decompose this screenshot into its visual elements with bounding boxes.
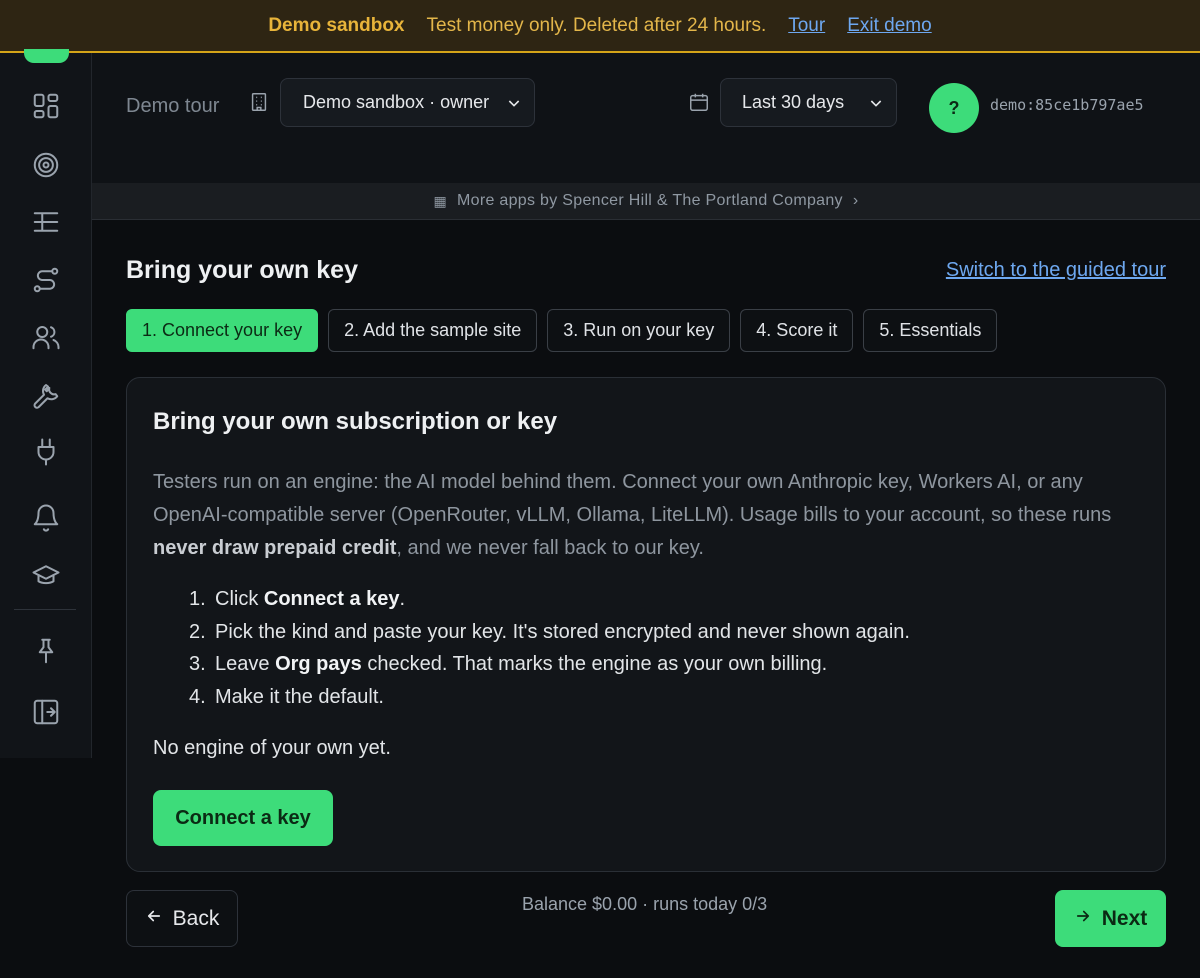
step-tab-connect-key[interactable]: 1. Connect your key: [126, 309, 319, 352]
next-button[interactable]: Next: [1055, 890, 1166, 947]
chevron-right-icon: ›: [852, 192, 859, 209]
sidebar-divider: [14, 609, 76, 610]
banner-text: Test money only. Deleted after 24 hours.: [426, 14, 767, 36]
plug-icon: [37, 438, 55, 466]
logo[interactable]: [24, 49, 69, 63]
more-apps-link[interactable]: ▦ More apps by Spencer Hill & The Portla…: [92, 183, 1200, 220]
connect-key-button[interactable]: Connect a key: [153, 790, 333, 846]
sidebar-item-collapse[interactable]: [28, 694, 64, 730]
list-item: 2. Pick the kind and paste your key. It'…: [189, 620, 910, 643]
steps-list: 1. Click Connect a key. 2. Pick the kind…: [189, 583, 1149, 713]
date-range-value: Last 30 days: [742, 92, 845, 112]
step-tabs: 1. Connect your key 2. Add the sample si…: [126, 309, 998, 352]
page-title: Bring your own key: [126, 256, 358, 284]
sidebar-item-lists[interactable]: [28, 204, 64, 240]
chevron-down-icon: [506, 95, 522, 111]
arrow-right-icon: [1074, 907, 1092, 931]
banner-title: Demo sandbox: [268, 14, 405, 36]
user-id: demo:85ce1b797ae5: [990, 96, 1144, 114]
breadcrumb[interactable]: Demo tour: [126, 95, 219, 118]
building-icon: [248, 91, 270, 113]
avatar[interactable]: ?: [929, 83, 979, 133]
step-tab-add-sample-site[interactable]: 2. Add the sample site: [328, 309, 538, 352]
sidebar-item-tools[interactable]: [28, 377, 64, 413]
guided-tour-link[interactable]: Switch to the guided tour: [946, 259, 1166, 282]
next-label: Next: [1101, 906, 1148, 930]
more-apps-label: More apps by Spencer Hill & The Portland…: [457, 192, 843, 209]
sidebar-item-users[interactable]: [28, 319, 64, 355]
topbar: Demo tour Demo sandbox · owner Last 30 d…: [92, 53, 1200, 183]
bell-icon: [33, 504, 59, 532]
back-label: Back: [172, 906, 220, 930]
tour-link[interactable]: Tour: [788, 15, 825, 37]
list-item: 1. Click Connect a key.: [189, 588, 406, 610]
org-select[interactable]: Demo sandbox · owner: [280, 78, 535, 127]
target-icon: [33, 152, 59, 178]
empty-state: No engine of your own yet.: [153, 737, 391, 759]
card-description: Testers run on an engine: the AI model b…: [153, 471, 1112, 559]
card-title: Bring your own subscription or key: [153, 408, 558, 435]
list-item: 3. Leave Org pays checked. That marks th…: [189, 653, 828, 675]
users-icon: [32, 326, 60, 350]
list-item: 4. Make it the default.: [189, 685, 384, 708]
balance-status: Balance $0.00 · runs today 0/3: [522, 894, 768, 914]
sign-out-icon: [33, 699, 59, 725]
list-tree-icon: [33, 212, 59, 232]
demo-banner: Demo sandbox Test money only. Deleted af…: [0, 0, 1200, 53]
step-tab-score[interactable]: 4. Score it: [740, 309, 854, 352]
step-tab-run-on-key[interactable]: 3. Run on your key: [547, 309, 731, 352]
byok-card: Bring your own subscription or key Teste…: [126, 377, 1166, 872]
org-select-value: Demo sandbox · owner: [303, 92, 490, 112]
chevron-down-icon: [868, 95, 884, 111]
sidebar-item-flows[interactable]: [28, 262, 64, 298]
arrow-left-icon: [145, 907, 163, 931]
back-button[interactable]: Back: [126, 890, 238, 947]
dashboard-icon: [33, 93, 59, 119]
route-icon: [33, 267, 59, 293]
sidebar-item-learn[interactable]: [28, 557, 64, 593]
sidebar-item-integrations[interactable]: [28, 434, 64, 470]
sidebar-item-pin[interactable]: [28, 633, 64, 669]
pin-icon: [38, 638, 54, 664]
graduation-cap-icon: [32, 565, 60, 585]
calendar-icon: [688, 91, 710, 113]
sidebar: [0, 49, 92, 758]
sidebar-item-goals[interactable]: [28, 147, 64, 183]
wrench-icon: [33, 384, 59, 409]
sidebar-item-dashboard[interactable]: [28, 88, 64, 124]
exit-demo-link[interactable]: Exit demo: [847, 15, 931, 37]
date-range-select[interactable]: Last 30 days: [720, 78, 897, 127]
grid-icon: ▦: [433, 192, 448, 209]
sidebar-item-notifications[interactable]: [28, 500, 64, 536]
step-tab-essentials[interactable]: 5. Essentials: [863, 309, 998, 352]
